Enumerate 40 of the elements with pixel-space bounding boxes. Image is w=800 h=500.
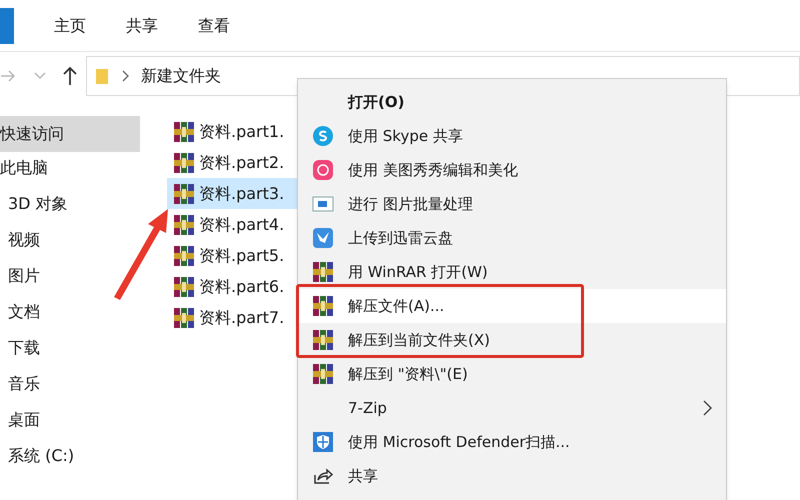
archive-books-icon: [173, 152, 195, 174]
archive-books-icon: [312, 295, 334, 317]
folder-icon: [95, 67, 109, 85]
archive-books-icon: [173, 276, 195, 298]
menu-item[interactable]: 使用 Microsoft Defender扫描...: [298, 425, 726, 459]
nav-item[interactable]: 桌面: [0, 402, 145, 438]
dropdown-chevron-icon[interactable]: [34, 72, 46, 80]
ribbon-tab[interactable]: 查看: [178, 8, 250, 44]
ribbon-tab[interactable]: 主页: [34, 8, 106, 44]
bird-logo-icon: [312, 227, 334, 249]
shield-icon: [312, 431, 334, 453]
nav-item[interactable]: 文档: [0, 294, 145, 330]
archive-books-icon: [173, 244, 195, 266]
nav-item[interactable]: 此电脑: [0, 150, 145, 186]
archive-books-icon: [312, 261, 334, 283]
forward-arrow-icon[interactable]: [0, 69, 16, 83]
circle-logo-icon: [312, 125, 334, 147]
archive-books-icon: [312, 363, 334, 385]
file-tab[interactable]: [0, 8, 14, 44]
menu-item[interactable]: 解压到 "资料\"(E): [298, 357, 726, 391]
menu-item[interactable]: 解压文件(A)...: [298, 289, 726, 323]
nav-item[interactable]: 视频: [0, 222, 145, 258]
nav-item[interactable]: 3D 对象: [0, 186, 145, 222]
archive-books-icon: [173, 182, 195, 204]
nav-item[interactable]: 下载: [0, 330, 145, 366]
nav-item[interactable]: 音乐: [0, 366, 145, 402]
nav-item[interactable]: 图片: [0, 258, 145, 294]
menu-item[interactable]: 共享: [298, 459, 726, 493]
app-logo-icon: [312, 159, 334, 181]
archive-books-icon: [173, 306, 195, 328]
submenu-chevron-icon: [703, 400, 712, 416]
breadcrumb-item[interactable]: 新建文件夹: [141, 64, 221, 88]
ribbon-tab[interactable]: 共享: [106, 8, 178, 44]
up-arrow-icon[interactable]: [62, 66, 78, 86]
chevron-right-icon: [121, 70, 129, 82]
menu-item[interactable]: 7-Zip: [298, 391, 726, 425]
archive-books-icon: [173, 214, 195, 236]
nav-item[interactable]: 系统 (C:): [0, 438, 145, 474]
archive-books-icon: [312, 329, 334, 351]
archive-books-icon: [173, 120, 195, 142]
